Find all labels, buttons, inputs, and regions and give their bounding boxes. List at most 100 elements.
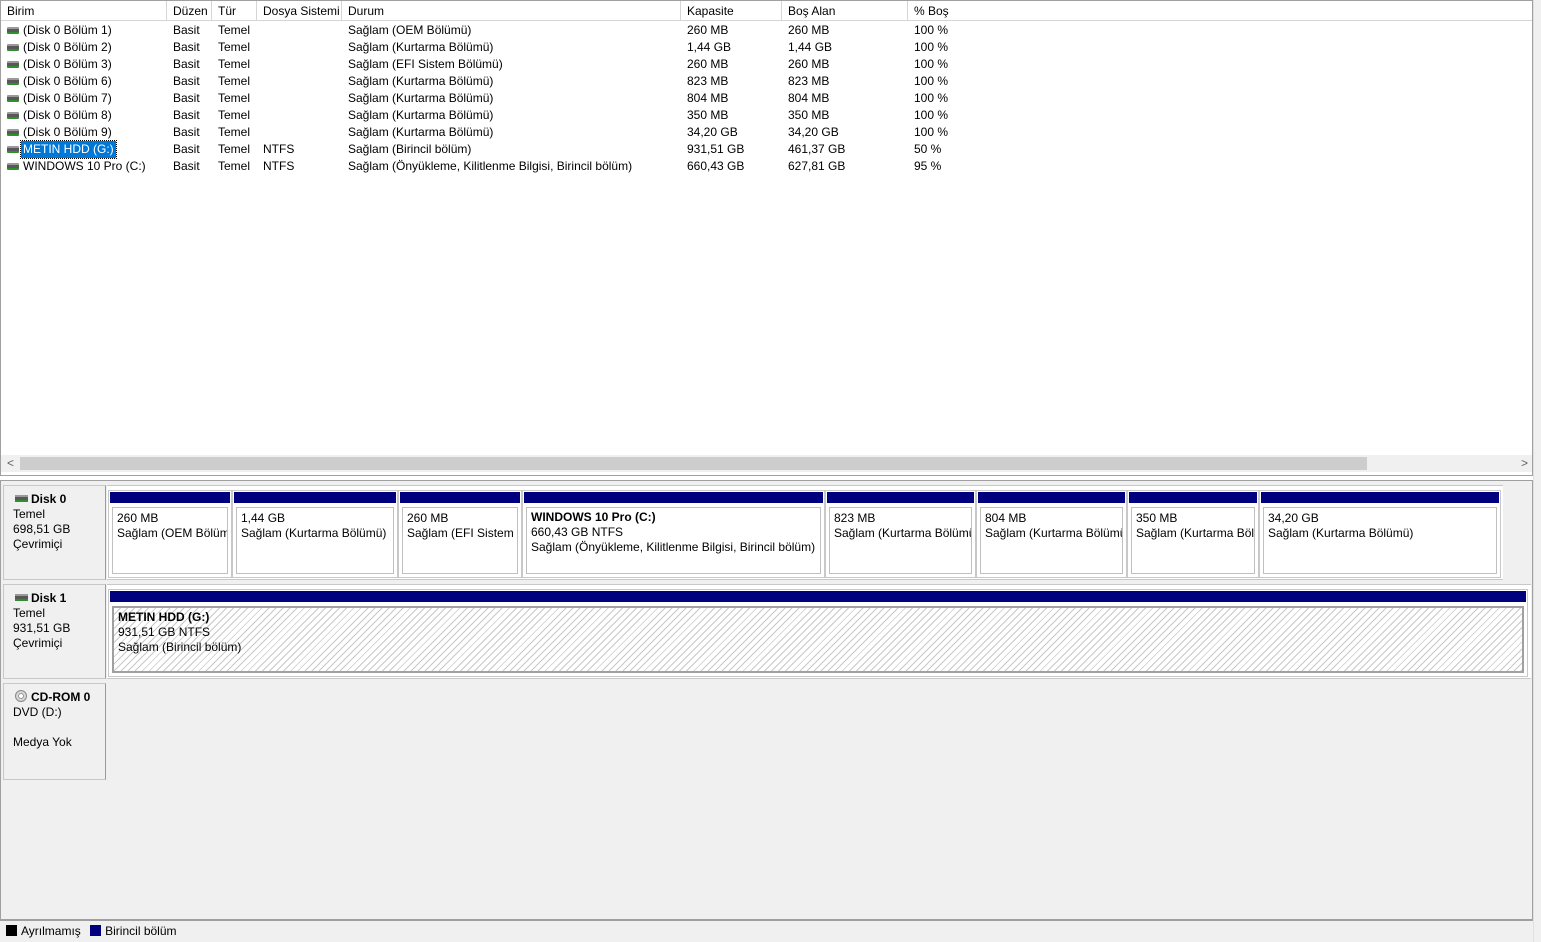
volume-status: Sağlam (Kurtarma Bölümü) bbox=[348, 74, 494, 88]
volume-row[interactable]: (Disk 0 Bölüm 3) Basit Temel Sağlam (EFI Si… bbox=[1, 56, 1531, 73]
disk-0-info[interactable]: Disk 0 Temel 698,51 GB Çevrimiçi bbox=[3, 485, 106, 580]
partition-size: 804 MB bbox=[985, 511, 1027, 525]
column-header-duzen[interactable]: Düzen bbox=[167, 1, 212, 21]
volume-capacity: 931,51 GB bbox=[687, 142, 745, 156]
partition-size: 931,51 GB NTFS bbox=[118, 625, 211, 639]
volume-row[interactable]: (Disk 0 Bölüm 8) Basit Temel Sağlam (Kurtar… bbox=[1, 107, 1531, 124]
volume-layout: Basit bbox=[173, 91, 200, 105]
volume-capacity: 823 MB bbox=[687, 74, 729, 88]
disk-type: Temel bbox=[13, 606, 46, 620]
volume-type: Temel bbox=[218, 91, 251, 105]
volume-status: Sağlam (Önyükleme, Kilitlenme Bilgisi, B… bbox=[348, 159, 633, 173]
media-state: Medya Yok bbox=[13, 735, 72, 749]
volume-icon bbox=[7, 95, 19, 102]
volume-type: Temel bbox=[218, 108, 251, 122]
partition-disk0-1[interactable]: 260 MB Sağlam (OEM Bölümü) bbox=[108, 490, 232, 578]
volume-layout: Basit bbox=[173, 159, 200, 173]
partition-disk0-3[interactable]: 260 MB Sağlam (EFI Sistem Bölümü) bbox=[398, 490, 522, 578]
volume-icon bbox=[7, 146, 19, 153]
column-header-birim[interactable]: Birim bbox=[1, 1, 167, 21]
volume-icon bbox=[7, 27, 19, 34]
partition-disk0-2[interactable]: 1,44 GB Sağlam (Kurtarma Bölümü) bbox=[232, 490, 398, 578]
partition-bar bbox=[1128, 491, 1258, 504]
cdrom-0-area bbox=[107, 683, 1531, 780]
legend-primary: Birincil bölüm bbox=[90, 924, 177, 938]
volume-row[interactable]: (Disk 0 Bölüm 9) Basit Temel Sağlam (Kurtar… bbox=[1, 124, 1531, 141]
horizontal-scrollbar[interactable]: < > bbox=[1, 455, 1532, 472]
volume-free-percent: 100 % bbox=[914, 57, 949, 71]
disk-1-row: Disk 1 Temel 931,51 GB Çevrimiçi METIN H… bbox=[3, 584, 1531, 679]
disk-size bbox=[13, 720, 105, 735]
disk-1-info[interactable]: Disk 1 Temel 931,51 GB Çevrimiçi bbox=[3, 584, 106, 679]
partition-bar bbox=[826, 491, 975, 504]
volume-icon bbox=[7, 129, 19, 136]
volume-name: (Disk 0 Bölüm 8) bbox=[23, 108, 112, 122]
partition-metin-hdd-g[interactable]: METIN HDD (G:) 931,51 GB NTFS Sağlam (Bi… bbox=[108, 589, 1528, 677]
partition-disk0-9[interactable]: 34,20 GB Sağlam (Kurtarma Bölümü) bbox=[1259, 490, 1501, 578]
column-header-yuzde-bos[interactable]: % Boş bbox=[908, 1, 1532, 21]
scroll-right-arrow-icon[interactable]: > bbox=[1516, 455, 1532, 472]
volume-name: WINDOWS 10 Pro (C:) bbox=[23, 159, 146, 173]
volume-free-percent: 100 % bbox=[914, 40, 949, 54]
partition-size: 260 MB bbox=[117, 511, 159, 525]
column-header-dosya-sistemi[interactable]: Dosya Sistemi bbox=[257, 1, 342, 21]
volume-name: (Disk 0 Bölüm 3) bbox=[23, 57, 112, 71]
column-header-tur[interactable]: Tür bbox=[212, 1, 257, 21]
partition-windows-c[interactable]: WINDOWS 10 Pro (C:) 660,43 GB NTFS Sağla… bbox=[522, 490, 825, 578]
partition-status: Sağlam (Önyükleme, Kilitlenme Bilgisi, B… bbox=[531, 540, 816, 554]
vertical-scrollbar[interactable] bbox=[1533, 0, 1541, 942]
scroll-left-arrow-icon[interactable]: < bbox=[2, 455, 19, 472]
disk-title: CD-ROM 0 bbox=[31, 690, 91, 704]
volume-name: (Disk 0 Bölüm 7) bbox=[23, 91, 112, 105]
cdrom-0-info[interactable]: CD-ROM 0 DVD (D:) Medya Yok bbox=[3, 683, 106, 780]
legend-swatch-primary bbox=[90, 925, 102, 936]
partition-disk0-6[interactable]: 823 MB Sağlam (Kurtarma Bölümü) bbox=[825, 490, 976, 578]
legend: Ayrılmamış Birincil bölüm bbox=[0, 920, 1533, 942]
volume-status: Sağlam (EFI Sistem Bölümü) bbox=[348, 57, 503, 71]
volume-list[interactable]: Birim Düzen Tür Dosya Sistemi Durum Kapa… bbox=[0, 0, 1533, 476]
volume-free: 461,37 GB bbox=[788, 142, 846, 156]
volume-row[interactable]: METIN HDD (G:) Basit Temel NTFS Sağlam (Biri… bbox=[1, 140, 1531, 159]
scroll-thumb[interactable] bbox=[20, 457, 1367, 470]
volume-layout: Basit bbox=[173, 142, 200, 156]
disk-size: 931,51 GB bbox=[13, 621, 71, 635]
disk-title: Disk 0 bbox=[31, 492, 67, 506]
volume-free: 1,44 GB bbox=[788, 40, 833, 54]
partition-status: Sağlam (Birincil bölüm) bbox=[118, 640, 242, 654]
column-header-bos-alan[interactable]: Boş Alan bbox=[782, 1, 908, 21]
volume-layout: Basit bbox=[173, 125, 200, 139]
volume-type: Temel bbox=[218, 142, 251, 156]
partition-bar bbox=[977, 491, 1126, 504]
volume-capacity: 34,20 GB bbox=[687, 125, 738, 139]
disk-1-partitions: METIN HDD (G:) 931,51 GB NTFS Sağlam (Bi… bbox=[107, 584, 1531, 679]
volume-free-percent: 50 % bbox=[914, 142, 942, 156]
volume-row[interactable]: (Disk 0 Bölüm 7) Basit Temel Sağlam (Kurtar… bbox=[1, 90, 1531, 107]
volume-status: Sağlam (Birincil bölüm) bbox=[348, 142, 472, 156]
volume-row[interactable]: WINDOWS 10 Pro (C:) Basit Temel NTFS Sağlam … bbox=[1, 158, 1531, 175]
legend-unallocated: Ayrılmamış bbox=[6, 924, 81, 938]
volume-row[interactable]: (Disk 0 Bölüm 1) Basit Temel Sağlam (OEM Bö… bbox=[1, 22, 1531, 39]
legend-label: Ayrılmamış bbox=[21, 924, 81, 938]
disk-type: Temel bbox=[13, 507, 46, 521]
volume-free: 260 MB bbox=[788, 57, 830, 71]
partition-size: 660,43 GB NTFS bbox=[531, 525, 624, 539]
volume-name: (Disk 0 Bölüm 6) bbox=[23, 74, 112, 88]
volume-row[interactable]: (Disk 0 Bölüm 6) Basit Temel Sağlam (Kurtar… bbox=[1, 73, 1531, 90]
partition-disk0-7[interactable]: 804 MB Sağlam (Kurtarma Bölümü) bbox=[976, 490, 1127, 578]
partition-disk0-8[interactable]: 350 MB Sağlam (Kurtarma Bölümü) bbox=[1127, 490, 1259, 578]
disk-state: Çevrimiçi bbox=[13, 636, 63, 650]
partition-status: Sağlam (EFI Sistem Bölümü) bbox=[407, 526, 517, 540]
disk-state: Çevrimiçi bbox=[13, 537, 63, 551]
volume-free-percent: 95 % bbox=[914, 159, 942, 173]
column-header-kapasite[interactable]: Kapasite bbox=[681, 1, 782, 21]
volume-row[interactable]: (Disk 0 Bölüm 2) Basit Temel Sağlam (Kurtar… bbox=[1, 39, 1531, 56]
volume-capacity: 1,44 GB bbox=[687, 40, 732, 54]
volume-free: 627,81 GB bbox=[788, 159, 846, 173]
volume-free: 804 MB bbox=[788, 91, 830, 105]
disk-size: 698,51 GB bbox=[13, 522, 71, 536]
volume-free: 34,20 GB bbox=[788, 125, 839, 139]
column-header-durum[interactable]: Durum bbox=[342, 1, 681, 21]
volume-type: Temel bbox=[218, 57, 251, 71]
volume-capacity: 660,43 GB bbox=[687, 159, 745, 173]
partition-size: 34,20 GB bbox=[1268, 511, 1319, 525]
